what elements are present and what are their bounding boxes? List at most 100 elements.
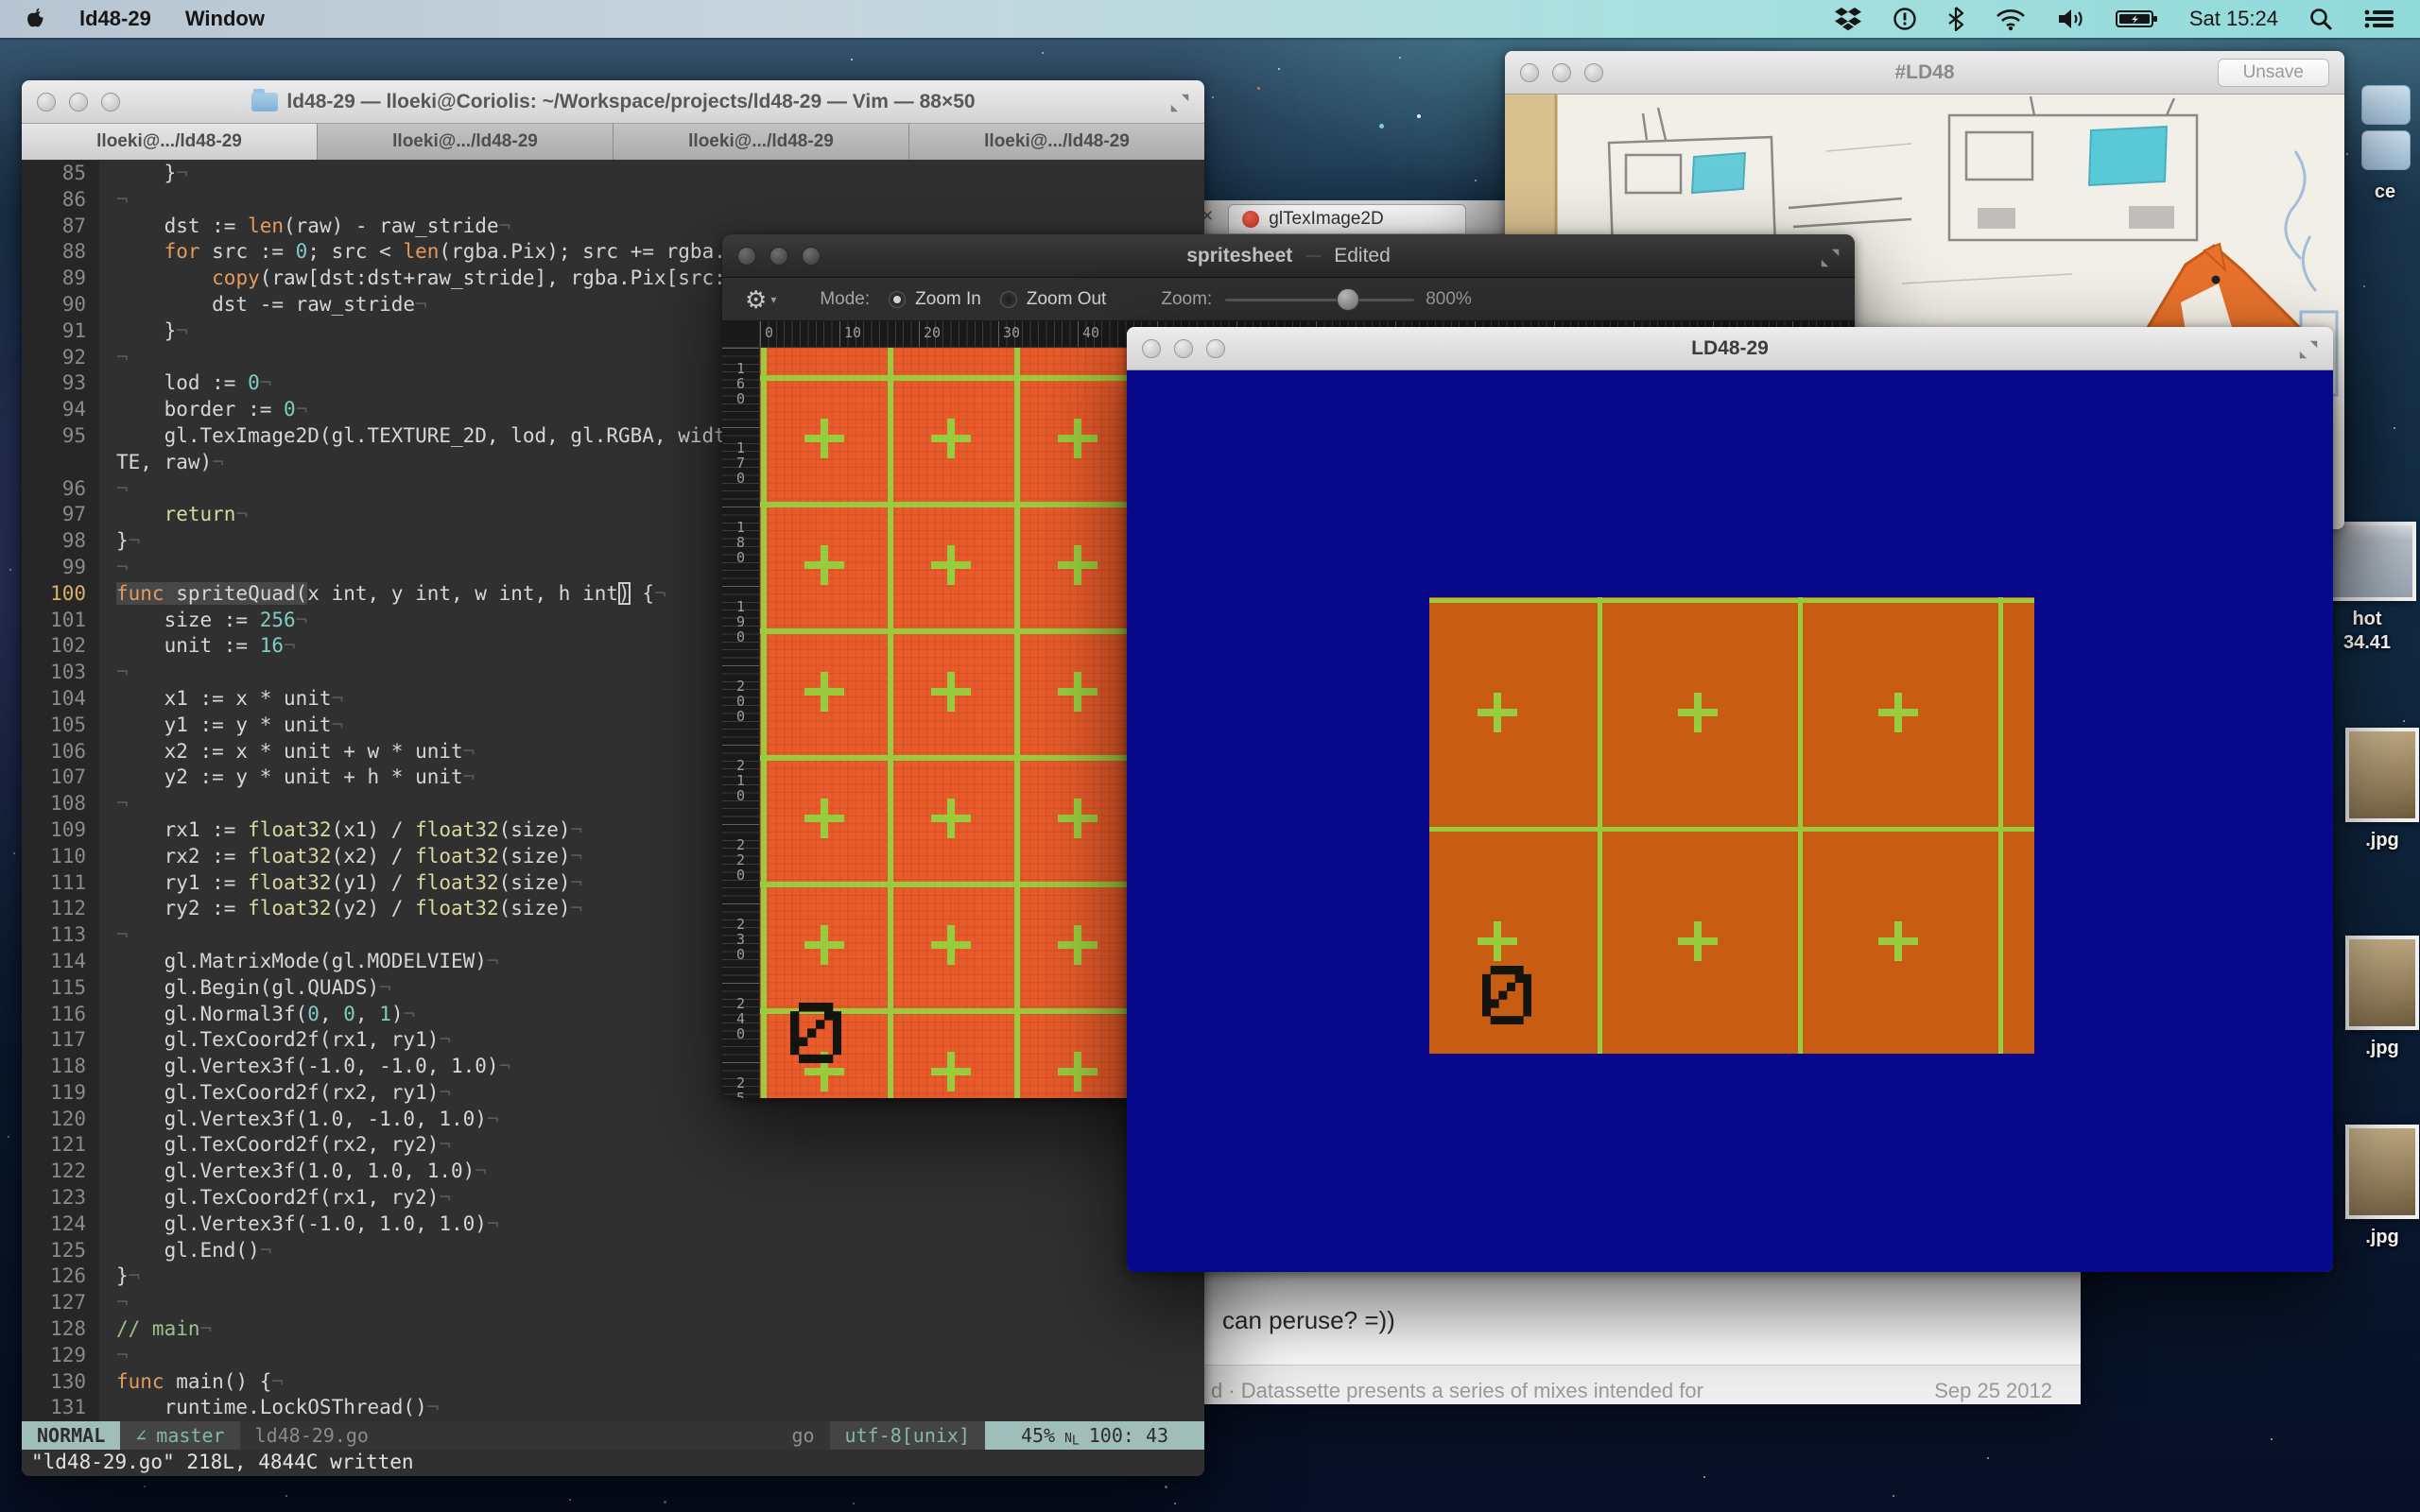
minimize-button[interactable] bbox=[1174, 339, 1193, 358]
notification-center-icon[interactable] bbox=[2363, 7, 2395, 31]
zoom-button[interactable] bbox=[802, 247, 821, 266]
terminal-tab[interactable]: lloeki@.../ld48-29 bbox=[614, 124, 909, 160]
vim-line: 85 }¬ bbox=[22, 161, 1204, 187]
desktop-icon[interactable]: .jpg bbox=[2339, 728, 2420, 852]
battery-icon[interactable] bbox=[2116, 7, 2159, 31]
fullscreen-icon[interactable] bbox=[1168, 92, 1191, 114]
vim-line: 121 gl.TexCoord2f(rx2, ry2)¬ bbox=[22, 1132, 1204, 1159]
zoom-in-radio[interactable]: Zoom In bbox=[889, 289, 981, 310]
ld48-titlebar[interactable]: #LD48 Unsave bbox=[1505, 51, 2344, 94]
traffic-lights bbox=[37, 93, 120, 112]
zoom-out-radio[interactable]: Zoom Out bbox=[1000, 289, 1106, 310]
spotlight-icon[interactable] bbox=[2308, 7, 2333, 31]
vim-git-branch: ∠master bbox=[120, 1421, 239, 1450]
game-title: LD48-29 bbox=[1691, 337, 1769, 360]
vim-filetype: go bbox=[776, 1421, 829, 1450]
terminal-title: ld48-29 — lloeki@Coriolis: ~/Workspace/p… bbox=[286, 91, 975, 113]
ruler-label: 10 bbox=[844, 324, 861, 341]
wifi-icon[interactable] bbox=[1995, 7, 2027, 31]
vim-line: 124 gl.Vertex3f(-1.0, 1.0, 1.0)¬ bbox=[22, 1211, 1204, 1238]
track-date: Sep 25 2012 bbox=[1915, 1379, 2052, 1404]
terminal-tab[interactable]: lloeki@.../ld48-29 bbox=[22, 124, 318, 160]
vim-line: 128// main¬ bbox=[22, 1316, 1204, 1343]
radio-icon bbox=[1000, 291, 1017, 308]
icon-label: .jpg bbox=[2365, 829, 2399, 852]
radio-icon bbox=[889, 291, 906, 308]
vim-filename: ld48-29.go bbox=[240, 1421, 384, 1450]
comment-text: can peruse? =)) bbox=[1222, 1306, 1395, 1335]
track-footer: d · Datassette presents a series of mixe… bbox=[1183, 1365, 2081, 1404]
dropbox-icon[interactable] bbox=[1834, 7, 1862, 31]
apple-menu-icon[interactable] bbox=[25, 7, 45, 31]
bluetooth-icon[interactable] bbox=[1947, 7, 1964, 31]
vim-line: 120 gl.Vertex3f(1.0, -1.0, 1.0)¬ bbox=[22, 1107, 1204, 1133]
ruler-label: 2 5 0 bbox=[722, 1075, 759, 1098]
ruler-corner bbox=[722, 321, 760, 348]
close-button[interactable] bbox=[737, 247, 756, 266]
ruler-label: 30 bbox=[1003, 324, 1020, 341]
desktop-icon[interactable]: .jpg bbox=[2339, 936, 2420, 1060]
close-button[interactable] bbox=[37, 93, 56, 112]
ruler-label: 2 4 0 bbox=[722, 996, 759, 1041]
zoom-button[interactable] bbox=[101, 93, 120, 112]
vim-line: 122 gl.Vertex3f(1.0, 1.0, 1.0)¬ bbox=[22, 1159, 1204, 1185]
zoom-button[interactable] bbox=[1584, 63, 1603, 82]
terminal-tabbar: lloeki@.../ld48-29lloeki@.../ld48-29lloe… bbox=[22, 124, 1204, 161]
fullscreen-icon[interactable] bbox=[1819, 247, 1841, 269]
close-button[interactable] bbox=[1142, 339, 1161, 358]
volume-icon[interactable] bbox=[2057, 7, 2085, 31]
ruler-label: 1 8 0 bbox=[722, 520, 759, 565]
desktop-icon[interactable]: .jpg bbox=[2339, 1125, 2420, 1249]
zoom-button[interactable] bbox=[1206, 339, 1225, 358]
favicon-icon bbox=[1242, 211, 1259, 228]
mode-label: Mode: bbox=[820, 289, 870, 310]
ruler-vertical: 1 6 01 7 01 8 01 9 02 0 02 1 02 2 02 3 0… bbox=[722, 348, 760, 1098]
vim-message: "ld48-29.go" 218L, 4844C written bbox=[22, 1450, 1204, 1476]
edited-badge: Edited bbox=[1334, 245, 1391, 267]
ruler-label: 2 1 0 bbox=[722, 758, 759, 803]
spritesheet-toolbar: ⚙▾ Mode: Zoom In Zoom Out Zoom: 800% bbox=[722, 278, 1855, 321]
icon-label: hot34.41 bbox=[2343, 608, 2391, 655]
window-title: #LD48 bbox=[1894, 61, 1954, 84]
desktop-icon[interactable]: ce bbox=[2350, 83, 2420, 204]
game-titlebar[interactable]: LD48-29 bbox=[1127, 327, 2333, 370]
chevron-down-icon: ▾ bbox=[770, 293, 776, 306]
sprite-glyph-zero bbox=[790, 1003, 841, 1063]
zoom-slider[interactable] bbox=[1225, 287, 1414, 312]
slider-thumb[interactable] bbox=[1337, 288, 1359, 311]
terminal-titlebar[interactable]: ld48-29 — lloeki@Coriolis: ~/Workspace/p… bbox=[22, 80, 1204, 124]
browser-tab-title: glTexImage2D bbox=[1269, 209, 1383, 230]
track-description: d · Datassette presents a series of mixe… bbox=[1211, 1379, 1703, 1404]
vim-line: 127¬ bbox=[22, 1290, 1204, 1316]
vim-line: 131 runtime.LockOSThread()¬ bbox=[22, 1395, 1204, 1421]
terminal-tab[interactable]: lloeki@.../ld48-29 bbox=[909, 124, 1204, 160]
ruler-label: 40 bbox=[1082, 324, 1099, 341]
menu-app-name[interactable]: ld48-29 bbox=[79, 7, 151, 31]
spritesheet-titlebar[interactable]: spritesheet — Edited bbox=[722, 234, 1855, 278]
vim-encoding: utf-8[unix] bbox=[830, 1421, 985, 1450]
zoom-label: Zoom: bbox=[1161, 289, 1212, 310]
terminal-tab[interactable]: lloeki@.../ld48-29 bbox=[318, 124, 614, 160]
unsave-button[interactable]: Unsave bbox=[2218, 59, 2329, 87]
close-button[interactable] bbox=[1520, 63, 1539, 82]
icon-label: .jpg bbox=[2365, 1037, 2399, 1060]
zoom-value: 800% bbox=[1426, 289, 1472, 310]
gear-icon[interactable]: ⚙ bbox=[745, 287, 767, 312]
minimize-button[interactable] bbox=[69, 93, 88, 112]
spritesheet-title: spritesheet bbox=[1186, 245, 1292, 267]
menu-bar: ld48-29 Window bbox=[0, 0, 2420, 38]
texture-quad bbox=[1429, 597, 2034, 1054]
ruler-label: 1 7 0 bbox=[722, 440, 759, 486]
fullscreen-icon[interactable] bbox=[2297, 338, 2320, 361]
line-number-glyph: NL bbox=[1064, 1432, 1080, 1446]
ruler-label: 20 bbox=[924, 324, 941, 341]
menu-window[interactable]: Window bbox=[185, 7, 265, 31]
vim-statusline: NORMAL ∠master ld48-29.go go utf-8[unix]… bbox=[22, 1421, 1204, 1450]
time-machine-icon[interactable] bbox=[1893, 7, 1917, 31]
minimize-button[interactable] bbox=[1552, 63, 1571, 82]
browser-tab[interactable]: glTexImage2D bbox=[1228, 204, 1466, 233]
vim-mode: NORMAL bbox=[22, 1421, 120, 1450]
menu-clock[interactable]: Sat 15:24 bbox=[2189, 7, 2278, 31]
minimize-button[interactable] bbox=[769, 247, 788, 266]
ruler-label: 2 2 0 bbox=[722, 837, 759, 883]
